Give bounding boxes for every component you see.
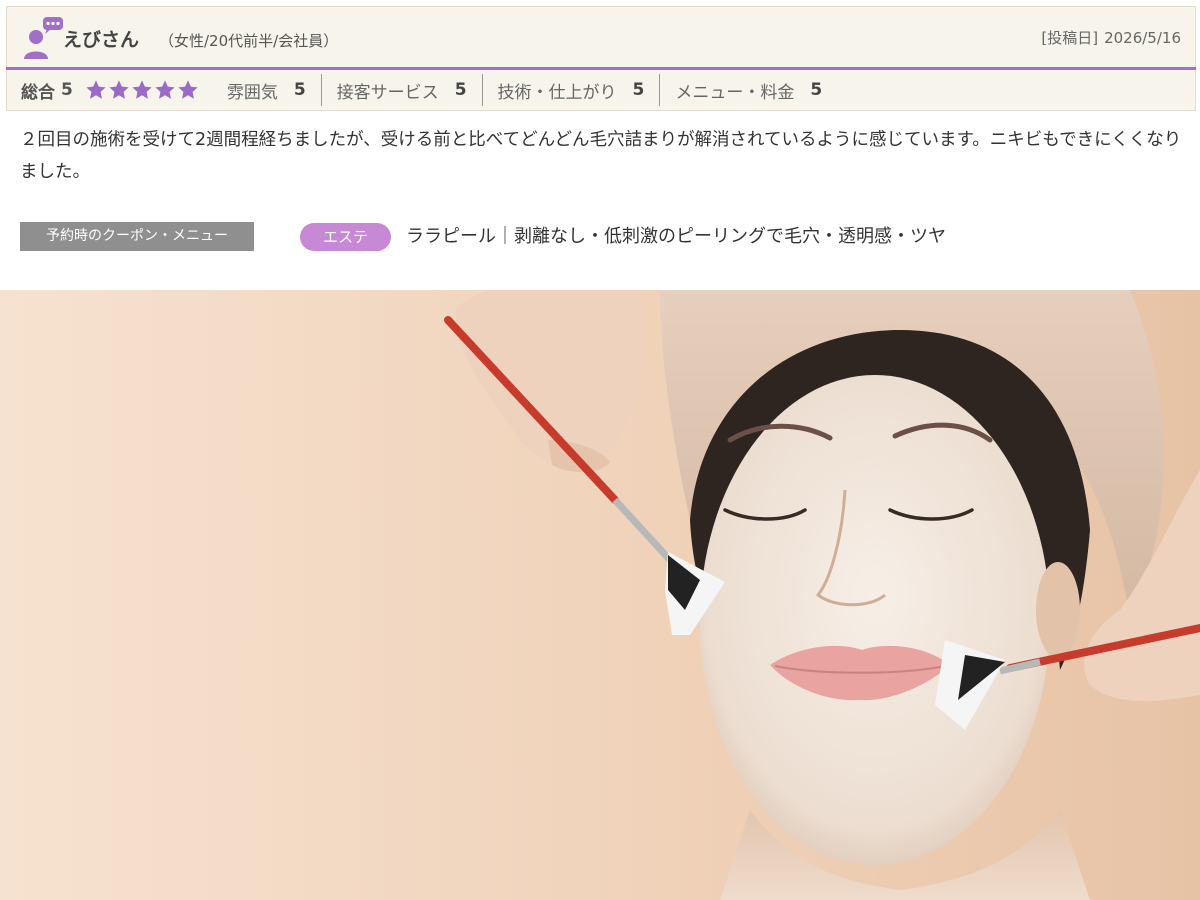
rating-technique: 技術・仕上がり 5 [498,74,645,106]
overall-score: 5 [61,80,73,100]
reviewer-meta: （女性/20代前半/会社員） [159,32,339,50]
rating-separator [320,74,322,106]
rating-category-name: 技術・仕上がり [497,82,617,103]
facial-treatment-image [0,290,1200,900]
star-icon [132,80,152,99]
overall-label: 総合 [21,82,55,103]
review-header: えびさん （女性/20代前半/会社員） [投稿日] 2026/5/16 [6,6,1196,68]
star-icon [178,80,198,99]
rating-category-name: 雰囲気 [226,82,278,103]
rating-category-score: 5 [810,80,823,100]
reviewer-name: えびさん [63,29,140,51]
rating-menu-price: メニュー・料金 5 [675,74,822,106]
post-date: [投稿日] 2026/5/16 [1041,27,1181,48]
rating-category-name: 接客サービス [336,82,439,103]
rating-service: 接客サービス 5 [337,74,467,106]
rating-atmosphere: 雰囲気 5 [227,74,306,106]
star-icon [155,80,175,99]
rating-separator [659,74,661,106]
coupon-title-link[interactable]: ララピール｜剥離なし・低刺激のピーリングで毛穴・透明感・ツヤ [406,223,946,251]
rating-category-name: メニュー・料金 [675,82,795,103]
rating-separator [481,74,483,106]
user-comment-icon [24,17,63,59]
coupon-section-label: 予約時のクーポン・メニュー [20,222,254,251]
review-card: えびさん （女性/20代前半/会社員） [投稿日] 2026/5/16 総合 5 … [0,0,1200,900]
star-icon [109,80,129,99]
star-rating [85,79,199,101]
rating-category-score: 5 [632,80,645,100]
star-icon [86,80,106,99]
rating-category-score: 5 [454,80,467,100]
rating-bar: 総合 5 雰囲気 5 接客サービス 5 技術・仕上がり 5 メニュー・料金 5 [6,70,1196,111]
review-body: ２回目の施術を受けて2週間程経ちましたが、受ける前と比べてどんどん毛穴詰まりが解… [20,130,1182,182]
review-photo[interactable] [0,290,1200,900]
rating-category-score: 5 [293,80,306,100]
post-date-label: [投稿日] [1041,29,1099,47]
coupon-category-badge: エステ [300,223,391,251]
post-date-value: 2026/5/16 [1104,29,1181,47]
